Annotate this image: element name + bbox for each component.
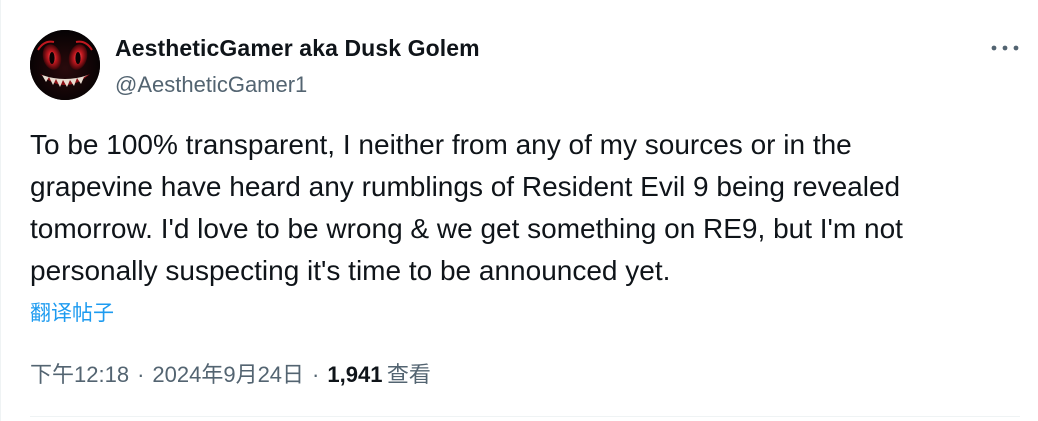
tweet-metadata: 下午12:18 · 2024年9月24日 · 1,941 查看 [30,359,431,391]
translate-post-link[interactable]: 翻译帖子 [30,300,114,328]
avatar[interactable] [30,30,100,100]
views-label: 查看 [386,362,431,387]
meta-separator: · [312,362,320,387]
post-date[interactable]: 2024年9月24日 [152,362,304,387]
tweet-text: To be 100% transparent, I neither from a… [30,124,1020,292]
meta-separator: · [137,362,145,387]
post-time[interactable]: 下午12:18 [30,362,129,387]
divider [30,416,1020,417]
more-horizontal-icon [991,45,1019,51]
grinning-demon-face-avatar-icon [30,30,100,100]
tweet-text-line: personally suspecting it's time to be an… [30,255,671,286]
tweet-text-line: grapevine have heard any rumblings of Re… [30,171,901,202]
tweet-card: AestheticGamer aka Dusk Golem @Aesthetic… [0,0,1038,421]
tweet-text-line: tomorrow. I'd love to be wrong & we get … [30,213,903,244]
card-left-border [0,0,1,421]
tweet-text-line: To be 100% transparent, I neither from a… [30,129,852,160]
view-count: 1,941 [327,362,383,387]
author-handle[interactable]: @AestheticGamer1 [115,71,307,99]
more-options-button[interactable] [985,30,1025,66]
author-display-name[interactable]: AestheticGamer aka Dusk Golem [115,34,480,62]
